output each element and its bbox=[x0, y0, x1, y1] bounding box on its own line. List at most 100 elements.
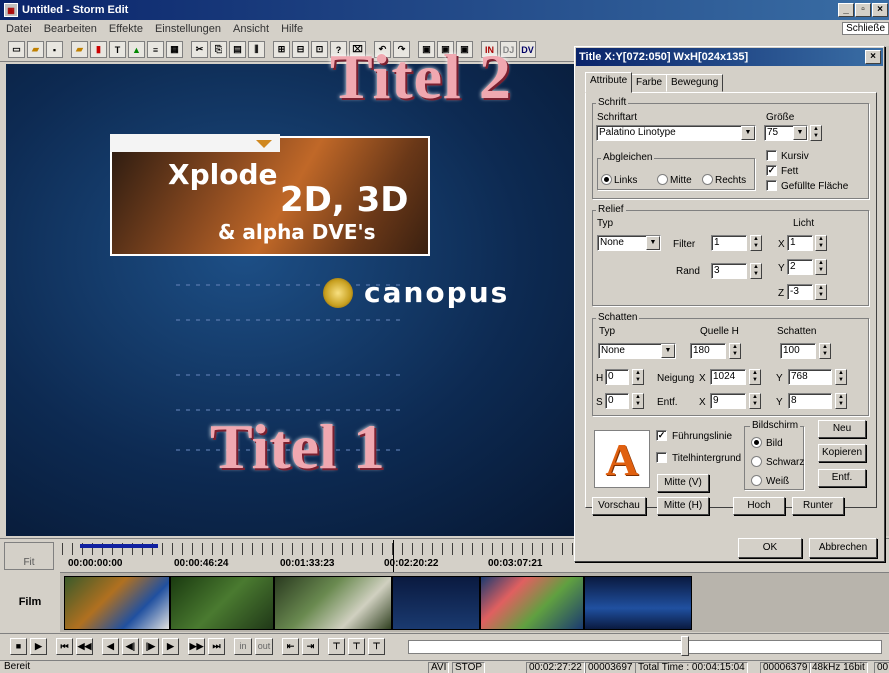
align-right-radio[interactable] bbox=[702, 174, 713, 185]
filter-input[interactable]: 1 bbox=[711, 235, 747, 251]
neigung-y-spinner[interactable]: ▲ ▼ bbox=[835, 369, 847, 385]
menu-effekte[interactable]: Effekte bbox=[109, 23, 143, 35]
neigung-x-spinner[interactable]: ▲ ▼ bbox=[749, 369, 761, 385]
ripple-icon[interactable]: ⊟ bbox=[292, 41, 309, 58]
copy-icon[interactable]: ⎘ bbox=[210, 41, 227, 58]
align-center-radio[interactable] bbox=[657, 174, 668, 185]
tab-bewegung[interactable]: Bewegung bbox=[666, 74, 724, 92]
vorschau-button[interactable]: Vorschau bbox=[592, 497, 646, 515]
center-v-button[interactable]: Mitte (V) bbox=[657, 474, 709, 492]
s-spinner[interactable]: ▲ ▼ bbox=[632, 393, 644, 409]
grid-icon[interactable]: ▦ bbox=[166, 41, 183, 58]
entf-y-spinner[interactable]: ▲ ▼ bbox=[835, 393, 847, 409]
light-z-input[interactable]: -3 bbox=[787, 284, 813, 300]
mark-in-button[interactable]: in bbox=[234, 637, 252, 655]
minimize-button[interactable]: _ bbox=[838, 3, 854, 17]
source-h-input[interactable]: 180 bbox=[690, 343, 726, 359]
go-end-icon[interactable]: ⏭ bbox=[208, 637, 225, 655]
neigung-x-input[interactable]: 1024 bbox=[710, 369, 746, 385]
italic-checkbox[interactable] bbox=[766, 150, 777, 161]
clip-thumbnail[interactable] bbox=[274, 576, 392, 630]
mark-out-button[interactable]: out bbox=[255, 637, 273, 655]
close-panel-button[interactable]: Schließe bbox=[842, 22, 889, 35]
play-icon[interactable]: ▶ bbox=[30, 637, 47, 655]
screen-image-radio[interactable] bbox=[751, 437, 762, 448]
rand-input[interactable]: 3 bbox=[711, 263, 747, 279]
h-input[interactable]: 0 bbox=[605, 369, 629, 385]
cut-icon[interactable]: ✂ bbox=[191, 41, 208, 58]
entf-x-spinner[interactable]: ▲ ▼ bbox=[749, 393, 761, 409]
cancel-button[interactable]: Abbrechen bbox=[809, 538, 877, 558]
paste-icon[interactable]: ▤ bbox=[229, 41, 246, 58]
font-select[interactable]: Palatino Linotype bbox=[596, 125, 756, 141]
fast-forward-icon[interactable]: ▶▶ bbox=[188, 637, 205, 655]
rand-spinner[interactable]: ▲ ▼ bbox=[750, 263, 762, 279]
fit-button[interactable]: Fit bbox=[4, 542, 54, 570]
guideline-checkbox[interactable]: ✓ bbox=[656, 430, 667, 441]
rewind-icon[interactable]: ◀◀ bbox=[76, 637, 93, 655]
h-spinner[interactable]: ▲ ▼ bbox=[632, 369, 644, 385]
light-x-input[interactable]: 1 bbox=[787, 235, 813, 251]
open-project-icon[interactable]: ▰ bbox=[71, 41, 88, 58]
new-button[interactable]: Neu bbox=[818, 420, 866, 438]
frame-back-icon[interactable]: ◀| bbox=[122, 637, 139, 655]
close-button[interactable]: × bbox=[872, 3, 888, 17]
menu-hilfe[interactable]: Hilfe bbox=[281, 23, 303, 35]
up-button[interactable]: Hoch bbox=[733, 497, 785, 515]
insert-icon[interactable]: ⊤ bbox=[348, 637, 365, 655]
color-bars-icon[interactable]: ▮ bbox=[90, 41, 107, 58]
delete-button[interactable]: Entf. bbox=[818, 469, 866, 487]
clip-thumbnail[interactable] bbox=[64, 576, 170, 630]
menu-bearbeiten[interactable]: Bearbeiten bbox=[44, 23, 97, 35]
size-dropdown-icon[interactable]: ▼ bbox=[793, 126, 807, 140]
dialog-close-icon[interactable]: × bbox=[865, 50, 881, 64]
go-start-icon[interactable]: ⏮ bbox=[56, 637, 73, 655]
light-x-spinner[interactable]: ▲ ▼ bbox=[815, 235, 827, 251]
split-icon[interactable]: ⫼ bbox=[248, 41, 265, 58]
clip-thumbnail[interactable] bbox=[392, 576, 480, 630]
go-out-icon[interactable]: ⇥ bbox=[302, 637, 319, 655]
entf-y-input[interactable]: 8 bbox=[788, 393, 832, 409]
shadow-amount-input[interactable]: 100 bbox=[780, 343, 816, 359]
filled-checkbox[interactable] bbox=[766, 180, 777, 191]
screen-black-radio[interactable] bbox=[751, 456, 762, 467]
save-icon[interactable]: ▪ bbox=[46, 41, 63, 58]
overwrite-icon[interactable]: ⊤ bbox=[368, 637, 385, 655]
dv-icon[interactable]: DV bbox=[519, 41, 536, 58]
s-input[interactable]: 0 bbox=[605, 393, 629, 409]
trim-icon[interactable]: ⊡ bbox=[311, 41, 328, 58]
clip-thumbnail[interactable] bbox=[170, 576, 274, 630]
menu-datei[interactable]: Datei bbox=[6, 23, 32, 35]
slider-thumb[interactable] bbox=[681, 636, 689, 656]
menu-einstellungen[interactable]: Einstellungen bbox=[155, 23, 221, 35]
copy-button[interactable]: Kopieren bbox=[818, 444, 866, 462]
tab-farbe[interactable]: Farbe bbox=[631, 74, 668, 92]
shadow-type-dropdown-icon[interactable]: ▼ bbox=[661, 344, 675, 358]
split-clip-icon[interactable]: ⊤ bbox=[328, 637, 345, 655]
open-folder-icon[interactable]: ▰ bbox=[27, 41, 44, 58]
light-z-spinner[interactable]: ▲ ▼ bbox=[815, 284, 827, 300]
timeline-tool-icon[interactable]: ⊞ bbox=[273, 41, 290, 58]
light-y-input[interactable]: 2 bbox=[787, 259, 813, 275]
size-spinner[interactable]: ▲ ▼ bbox=[810, 125, 822, 141]
document-icon[interactable]: ≡ bbox=[147, 41, 164, 58]
clip-thumbnail[interactable] bbox=[584, 576, 692, 630]
ok-button[interactable]: OK bbox=[738, 538, 802, 558]
title-bg-checkbox[interactable] bbox=[656, 452, 667, 463]
tab-attribute[interactable]: Attribute bbox=[585, 72, 633, 93]
step-forward-icon[interactable]: ▶ bbox=[162, 637, 179, 655]
neigung-y-input[interactable]: 768 bbox=[788, 369, 832, 385]
light-y-spinner[interactable]: ▲ ▼ bbox=[815, 259, 827, 275]
screen-white-radio[interactable] bbox=[751, 475, 762, 486]
font-dropdown-icon[interactable]: ▼ bbox=[741, 126, 755, 140]
frame-forward-icon[interactable]: |▶ bbox=[142, 637, 159, 655]
down-button[interactable]: Runter bbox=[792, 497, 844, 515]
menu-ansicht[interactable]: Ansicht bbox=[233, 23, 269, 35]
align-left-radio[interactable] bbox=[601, 174, 612, 185]
step-back-icon[interactable]: ◀ bbox=[102, 637, 119, 655]
stop-icon[interactable]: ■ bbox=[10, 637, 27, 655]
entf-x-input[interactable]: 9 bbox=[710, 393, 746, 409]
relief-type-dropdown-icon[interactable]: ▼ bbox=[646, 236, 660, 250]
bold-checkbox[interactable]: ✓ bbox=[766, 165, 777, 176]
playhead[interactable] bbox=[393, 540, 394, 574]
